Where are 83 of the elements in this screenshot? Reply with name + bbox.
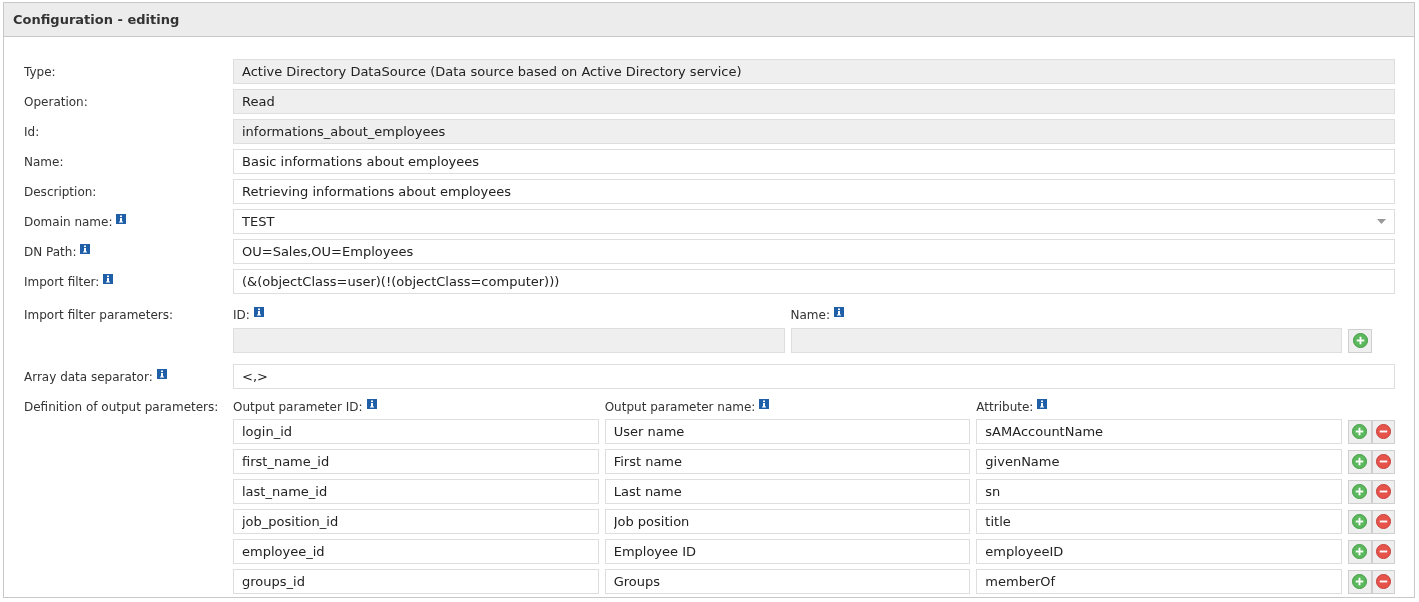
dropdown-field[interactable]: TEST — [233, 209, 1395, 234]
plus-icon — [1352, 544, 1368, 559]
input-field[interactable]: Active Directory DataSource (Data source based on Active Directory service) — [233, 59, 1395, 84]
field-label: Id: — [24, 124, 40, 141]
info-icon[interactable] — [253, 307, 264, 317]
add-button[interactable] — [1348, 479, 1372, 504]
info-icon[interactable] — [80, 244, 91, 254]
plus-icon — [1352, 514, 1368, 529]
field-label: Import filter parameters: — [24, 307, 173, 324]
minus-icon — [1375, 424, 1391, 439]
add-button[interactable] — [1348, 539, 1372, 564]
input-field[interactable]: title — [976, 509, 1342, 534]
input-field[interactable]: job_position_id — [233, 509, 599, 534]
minus-icon — [1375, 574, 1391, 589]
add-button[interactable] — [1348, 569, 1372, 594]
input-field[interactable]: Read — [233, 89, 1395, 114]
field-label: Name: — [24, 154, 64, 171]
input-field[interactable]: Groups — [604, 569, 971, 594]
remove-button[interactable] — [1371, 419, 1395, 444]
plus-icon — [1352, 484, 1368, 499]
input-field[interactable]: memberOf — [976, 569, 1342, 594]
field-label: Array data separator: — [24, 369, 153, 386]
input-field[interactable]: User name — [604, 419, 971, 444]
input-field[interactable] — [233, 328, 785, 353]
field-label: Description: — [24, 184, 97, 201]
input-field[interactable]: first_name_id — [233, 449, 599, 474]
input-field[interactable]: informations_about_employees — [233, 119, 1395, 144]
remove-button[interactable] — [1371, 509, 1395, 534]
plus-icon — [1352, 574, 1368, 589]
remove-button[interactable] — [1371, 479, 1395, 504]
input-field[interactable]: First name — [604, 449, 971, 474]
plus-icon — [1352, 333, 1368, 348]
field-label: Import filter: — [24, 274, 100, 291]
input-field[interactable]: (&(objectClass=user)(!(objectClass=computer))) — [233, 269, 1395, 294]
column-label: Output parameter name: — [604, 399, 756, 416]
column-label: Output parameter ID: — [233, 399, 363, 416]
plus-icon — [1352, 424, 1368, 439]
field-label: Domain name: — [24, 214, 113, 231]
plus-icon — [1352, 454, 1368, 469]
info-icon[interactable] — [156, 369, 167, 379]
input-field[interactable]: groups_id — [233, 569, 599, 594]
input-field[interactable]: Job position — [604, 509, 971, 534]
add-button[interactable] — [1348, 449, 1372, 474]
minus-icon — [1375, 544, 1391, 559]
input-field[interactable]: OU=Sales,OU=Employees — [233, 239, 1395, 264]
minus-icon — [1375, 454, 1391, 469]
remove-button[interactable] — [1371, 449, 1395, 474]
input-field[interactable]: employee_id — [233, 539, 599, 564]
input-field[interactable]: Last name — [604, 479, 971, 504]
caret-icon — [1377, 219, 1386, 224]
input-field[interactable] — [790, 328, 1342, 353]
column-label: Name: — [790, 307, 830, 324]
info-icon[interactable] — [833, 307, 844, 317]
input-field[interactable]: Retrieving informations about employees — [233, 179, 1395, 204]
info-icon[interactable] — [1037, 399, 1048, 409]
field-label: Type: — [24, 64, 56, 81]
input-field[interactable]: last_name_id — [233, 479, 599, 504]
field-label: Definition of output parameters: — [24, 399, 219, 416]
input-field[interactable]: givenName — [976, 449, 1342, 474]
column-label: ID: — [233, 307, 250, 324]
remove-button[interactable] — [1371, 539, 1395, 564]
info-icon[interactable] — [103, 274, 114, 284]
input-field[interactable]: <,> — [233, 364, 1395, 389]
minus-icon — [1375, 514, 1391, 529]
column-label: Attribute: — [976, 399, 1034, 416]
add-button[interactable] — [1348, 419, 1372, 444]
remove-button[interactable] — [1371, 569, 1395, 594]
field-label: DN Path: — [24, 244, 77, 261]
add-button[interactable] — [1348, 509, 1372, 534]
input-field[interactable]: sn — [976, 479, 1342, 504]
minus-icon — [1375, 484, 1391, 499]
info-icon[interactable] — [759, 399, 770, 409]
panel-title: Configuration - editing — [13, 10, 180, 29]
input-field[interactable]: sAMAccountName — [976, 419, 1342, 444]
info-icon[interactable] — [116, 214, 127, 224]
input-field[interactable]: Basic informations about employees — [233, 149, 1395, 174]
dropdown-value: TEST — [242, 212, 275, 231]
input-field[interactable]: login_id — [233, 419, 599, 444]
info-icon[interactable] — [366, 399, 377, 409]
field-label: Operation: — [24, 94, 88, 111]
input-field[interactable]: employeeID — [976, 539, 1342, 564]
input-field[interactable]: Employee ID — [604, 539, 971, 564]
add-button[interactable] — [1348, 328, 1372, 353]
